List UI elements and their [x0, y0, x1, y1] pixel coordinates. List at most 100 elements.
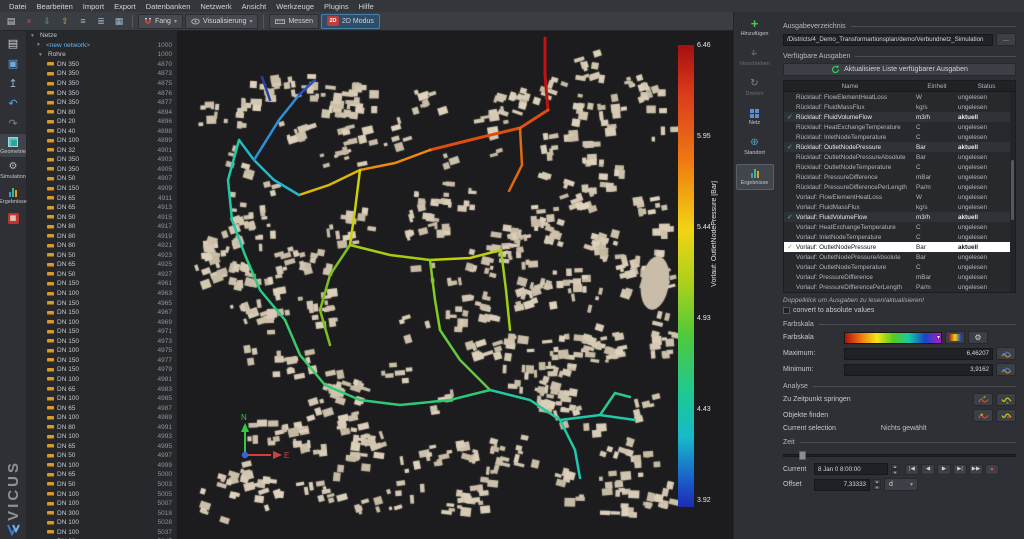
- new-project-button[interactable]: ▤: [2, 34, 24, 52]
- tree-item[interactable]: DN 3005018: [27, 508, 177, 518]
- output-row[interactable]: Vorlauf: HeatExchangeTemperatureCungeles…: [784, 222, 1015, 232]
- colormap-flip-button[interactable]: [945, 331, 965, 344]
- save-button[interactable]: ▣: [2, 54, 24, 72]
- tree-item[interactable]: DN 1005007: [27, 499, 177, 509]
- tree-item[interactable]: DN 1005005: [27, 489, 177, 499]
- convert-absolute-checkbox[interactable]: [783, 307, 790, 314]
- tree-item[interactable]: DN 804991: [27, 422, 177, 432]
- tree-item[interactable]: DN 3504905: [27, 165, 177, 175]
- expander-icon[interactable]: ▾: [37, 42, 43, 48]
- undo-button[interactable]: ↶: [2, 94, 24, 112]
- export-button[interactable]: ⇧: [57, 14, 73, 29]
- menu-item[interactable]: Datenbanken: [141, 2, 196, 11]
- tree-item[interactable]: DN 1504961: [27, 279, 177, 289]
- offset-spinner[interactable]: ▲▼: [873, 479, 881, 490]
- expander-icon[interactable]: ▾: [31, 33, 37, 39]
- colormap-settings-button[interactable]: ⚙: [968, 331, 988, 344]
- list-remove-button[interactable]: ≣: [93, 14, 109, 29]
- mode-ergebnisse-button[interactable]: Ergebnisse: [736, 164, 774, 190]
- output-row[interactable]: Vorlauf: FlowElementHeatLossWungelesen: [784, 192, 1015, 202]
- rail-tab-ergebnisse[interactable]: Ergebnisse: [0, 184, 26, 207]
- minimum-from-data-button[interactable]: [996, 363, 1016, 376]
- tree-item[interactable]: DN 1504909: [27, 184, 177, 194]
- browse-button[interactable]: ...: [996, 33, 1016, 46]
- menu-item[interactable]: Plugins: [319, 2, 354, 11]
- tree-item[interactable]: DN 1004981: [27, 375, 177, 385]
- rail-tab-geometrie[interactable]: Geometrie: [0, 134, 26, 157]
- jump-min-button[interactable]: [996, 393, 1016, 406]
- output-row[interactable]: Rücklauf: HeatExchangeTemperatureCungele…: [784, 122, 1015, 132]
- tree-item[interactable]: DN 654913: [27, 203, 177, 213]
- tree-item[interactable]: DN 404898: [27, 126, 177, 136]
- menu-item[interactable]: Import: [78, 2, 109, 11]
- tree-item[interactable]: DN 1005037: [27, 527, 177, 537]
- import-button[interactable]: ⇩: [39, 14, 55, 29]
- output-row[interactable]: ✓Rücklauf: OutletNodePressureBaraktuell: [784, 142, 1015, 152]
- tree-item[interactable]: DN 804919: [27, 231, 177, 241]
- record-button[interactable]: ●: [985, 464, 999, 475]
- current-time-input[interactable]: 8 Jan 0 8:00:00: [814, 463, 888, 475]
- tree-item[interactable]: DN 1504973: [27, 337, 177, 347]
- output-row[interactable]: ✓Vorlauf: OutletNodePressureBaraktuell: [784, 242, 1015, 252]
- tree-network[interactable]: ▾ <new network> 1000: [27, 41, 177, 51]
- minimum-input[interactable]: 3,9162: [844, 364, 993, 376]
- tree-item[interactable]: DN 1504971: [27, 327, 177, 337]
- find-min-button[interactable]: [996, 409, 1016, 422]
- tree-item[interactable]: DN 504997: [27, 451, 177, 461]
- menu-item[interactable]: Hilfe: [354, 2, 379, 11]
- tree-item[interactable]: DN 324901: [27, 146, 177, 156]
- postproc-button[interactable]: ▦: [2, 209, 24, 227]
- offset-unit-select[interactable]: d ▾: [884, 478, 918, 491]
- table-scrollbar[interactable]: [1010, 92, 1015, 292]
- output-row[interactable]: Vorlauf: PressureDifferencePerLengthPa/m…: [784, 282, 1015, 292]
- maximum-from-data-button[interactable]: [996, 347, 1016, 360]
- step-back-button[interactable]: ◀: [921, 464, 935, 475]
- output-row[interactable]: Vorlauf: PressureDifferencemBarungelesen: [784, 272, 1015, 282]
- maximum-input[interactable]: 6,46207: [844, 348, 993, 360]
- output-row[interactable]: Rücklauf: FluidMassFluxkg/sungelesen: [784, 102, 1015, 112]
- output-row[interactable]: Rücklauf: OutletNodePressureAbsoluteBaru…: [784, 152, 1015, 162]
- tree-item[interactable]: DN 1504977: [27, 356, 177, 366]
- output-row[interactable]: Rücklauf: FlowElementHeatLossWungelesen: [784, 92, 1015, 102]
- output-row[interactable]: ✓Rücklauf: FluidVolumeFlowm3/haktuell: [784, 112, 1015, 122]
- visualization-button[interactable]: Visualisierung ▾: [185, 14, 258, 29]
- tree-item[interactable]: DN 654995: [27, 442, 177, 452]
- tree-item[interactable]: DN 804894: [27, 107, 177, 117]
- time-slider[interactable]: [783, 450, 1016, 460]
- menu-item[interactable]: Datei: [4, 2, 32, 11]
- colormap-select[interactable]: ▾: [844, 332, 942, 344]
- tree-item[interactable]: DN 504915: [27, 212, 177, 222]
- tree-item[interactable]: DN 1004993: [27, 432, 177, 442]
- map-viewport[interactable]: N E 6.465.955.444.934.433.92 Vorlauf: Ou…: [178, 31, 733, 539]
- offset-input[interactable]: 7,33333: [814, 479, 870, 491]
- jump-max-button[interactable]: [973, 393, 993, 406]
- tree-item[interactable]: DN 504907: [27, 174, 177, 184]
- tree-item[interactable]: DN 3504877: [27, 98, 177, 108]
- tree-item[interactable]: DN 654911: [27, 193, 177, 203]
- output-row[interactable]: Rücklauf: OutletNodeTemperatureCungelese…: [784, 162, 1015, 172]
- slider-handle[interactable]: [799, 451, 806, 460]
- slider-track[interactable]: [783, 454, 1016, 457]
- delete-button[interactable]: ×: [21, 14, 37, 29]
- tree-item[interactable]: DN 1004999: [27, 461, 177, 471]
- tree-item[interactable]: DN 654983: [27, 384, 177, 394]
- play-button[interactable]: ▶: [937, 464, 951, 475]
- output-row[interactable]: Vorlauf: FluidMassFluxkg/sungelesen: [784, 202, 1015, 212]
- output-row[interactable]: Vorlauf: InletNodeTemperatureCungelesen: [784, 232, 1015, 242]
- tree-group-rohre[interactable]: ▾ Rohre 1000: [27, 50, 177, 60]
- measure-button[interactable]: Messen: [269, 14, 319, 29]
- output-row[interactable]: Rücklauf: PressureDifferencemBarungelese…: [784, 172, 1015, 182]
- time-spinner[interactable]: ▲▼: [891, 464, 899, 475]
- tree-item[interactable]: DN 505003: [27, 480, 177, 490]
- output-dir-input[interactable]: /Districts/4_Demo_Transformartionsplan/d…: [783, 34, 993, 46]
- tree-item[interactable]: DN 1004975: [27, 346, 177, 356]
- tree-item[interactable]: DN 3504903: [27, 155, 177, 165]
- tree-root[interactable]: ▾ Netze: [27, 31, 177, 41]
- tree-item[interactable]: DN 1004963: [27, 289, 177, 299]
- skip-end-button[interactable]: ▶▶: [969, 464, 983, 475]
- output-row[interactable]: Vorlauf: OutletNodePressureAbsoluteBarun…: [784, 252, 1015, 262]
- grid-button[interactable]: ▦: [111, 14, 127, 29]
- mode-netz-button[interactable]: Netz: [736, 105, 774, 130]
- new-file-button[interactable]: ▤: [3, 14, 19, 29]
- tree-item[interactable]: DN 3504875: [27, 79, 177, 89]
